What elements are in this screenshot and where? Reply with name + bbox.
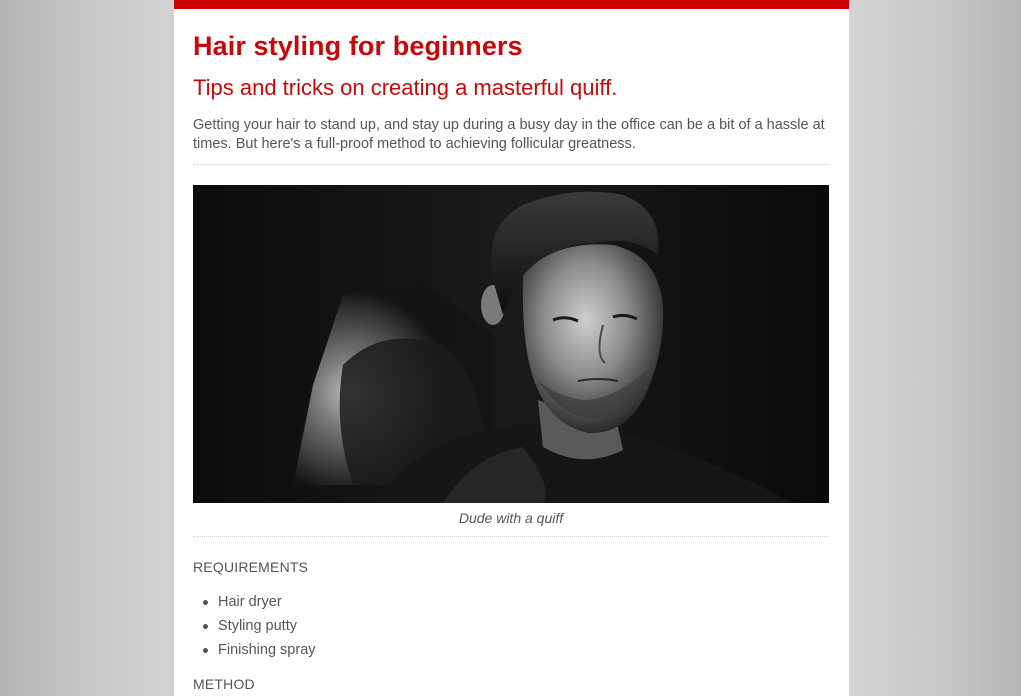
list-item: Styling putty [203,614,830,638]
background-left [0,0,174,696]
image-caption: Dude with a quiff [458,510,564,526]
requirements-list: Hair dryer Styling putty Finishing spray [193,590,830,662]
list-item: Hair dryer [203,590,830,614]
article-content: Hair styling for beginners Tips and tric… [174,30,849,692]
article-card: Hair styling for beginners Tips and tric… [174,0,849,696]
portrait-photo [193,185,829,503]
bullet-icon [203,648,208,653]
article-subtitle: Tips and tricks on creating a masterful … [193,75,618,100]
divider [193,164,829,165]
method-heading: METHOD [193,676,255,692]
bullet-icon [203,600,208,605]
article-title: Hair styling for beginners [193,31,523,61]
background-right [849,0,1021,696]
accent-bar [174,0,849,9]
divider [193,536,829,537]
list-item: Finishing spray [203,638,830,662]
bullet-icon [203,624,208,629]
article-intro: Getting your hair to stand up, and stay … [193,117,825,152]
requirements-heading: REQUIREMENTS [193,559,309,575]
hero-image [193,185,829,503]
